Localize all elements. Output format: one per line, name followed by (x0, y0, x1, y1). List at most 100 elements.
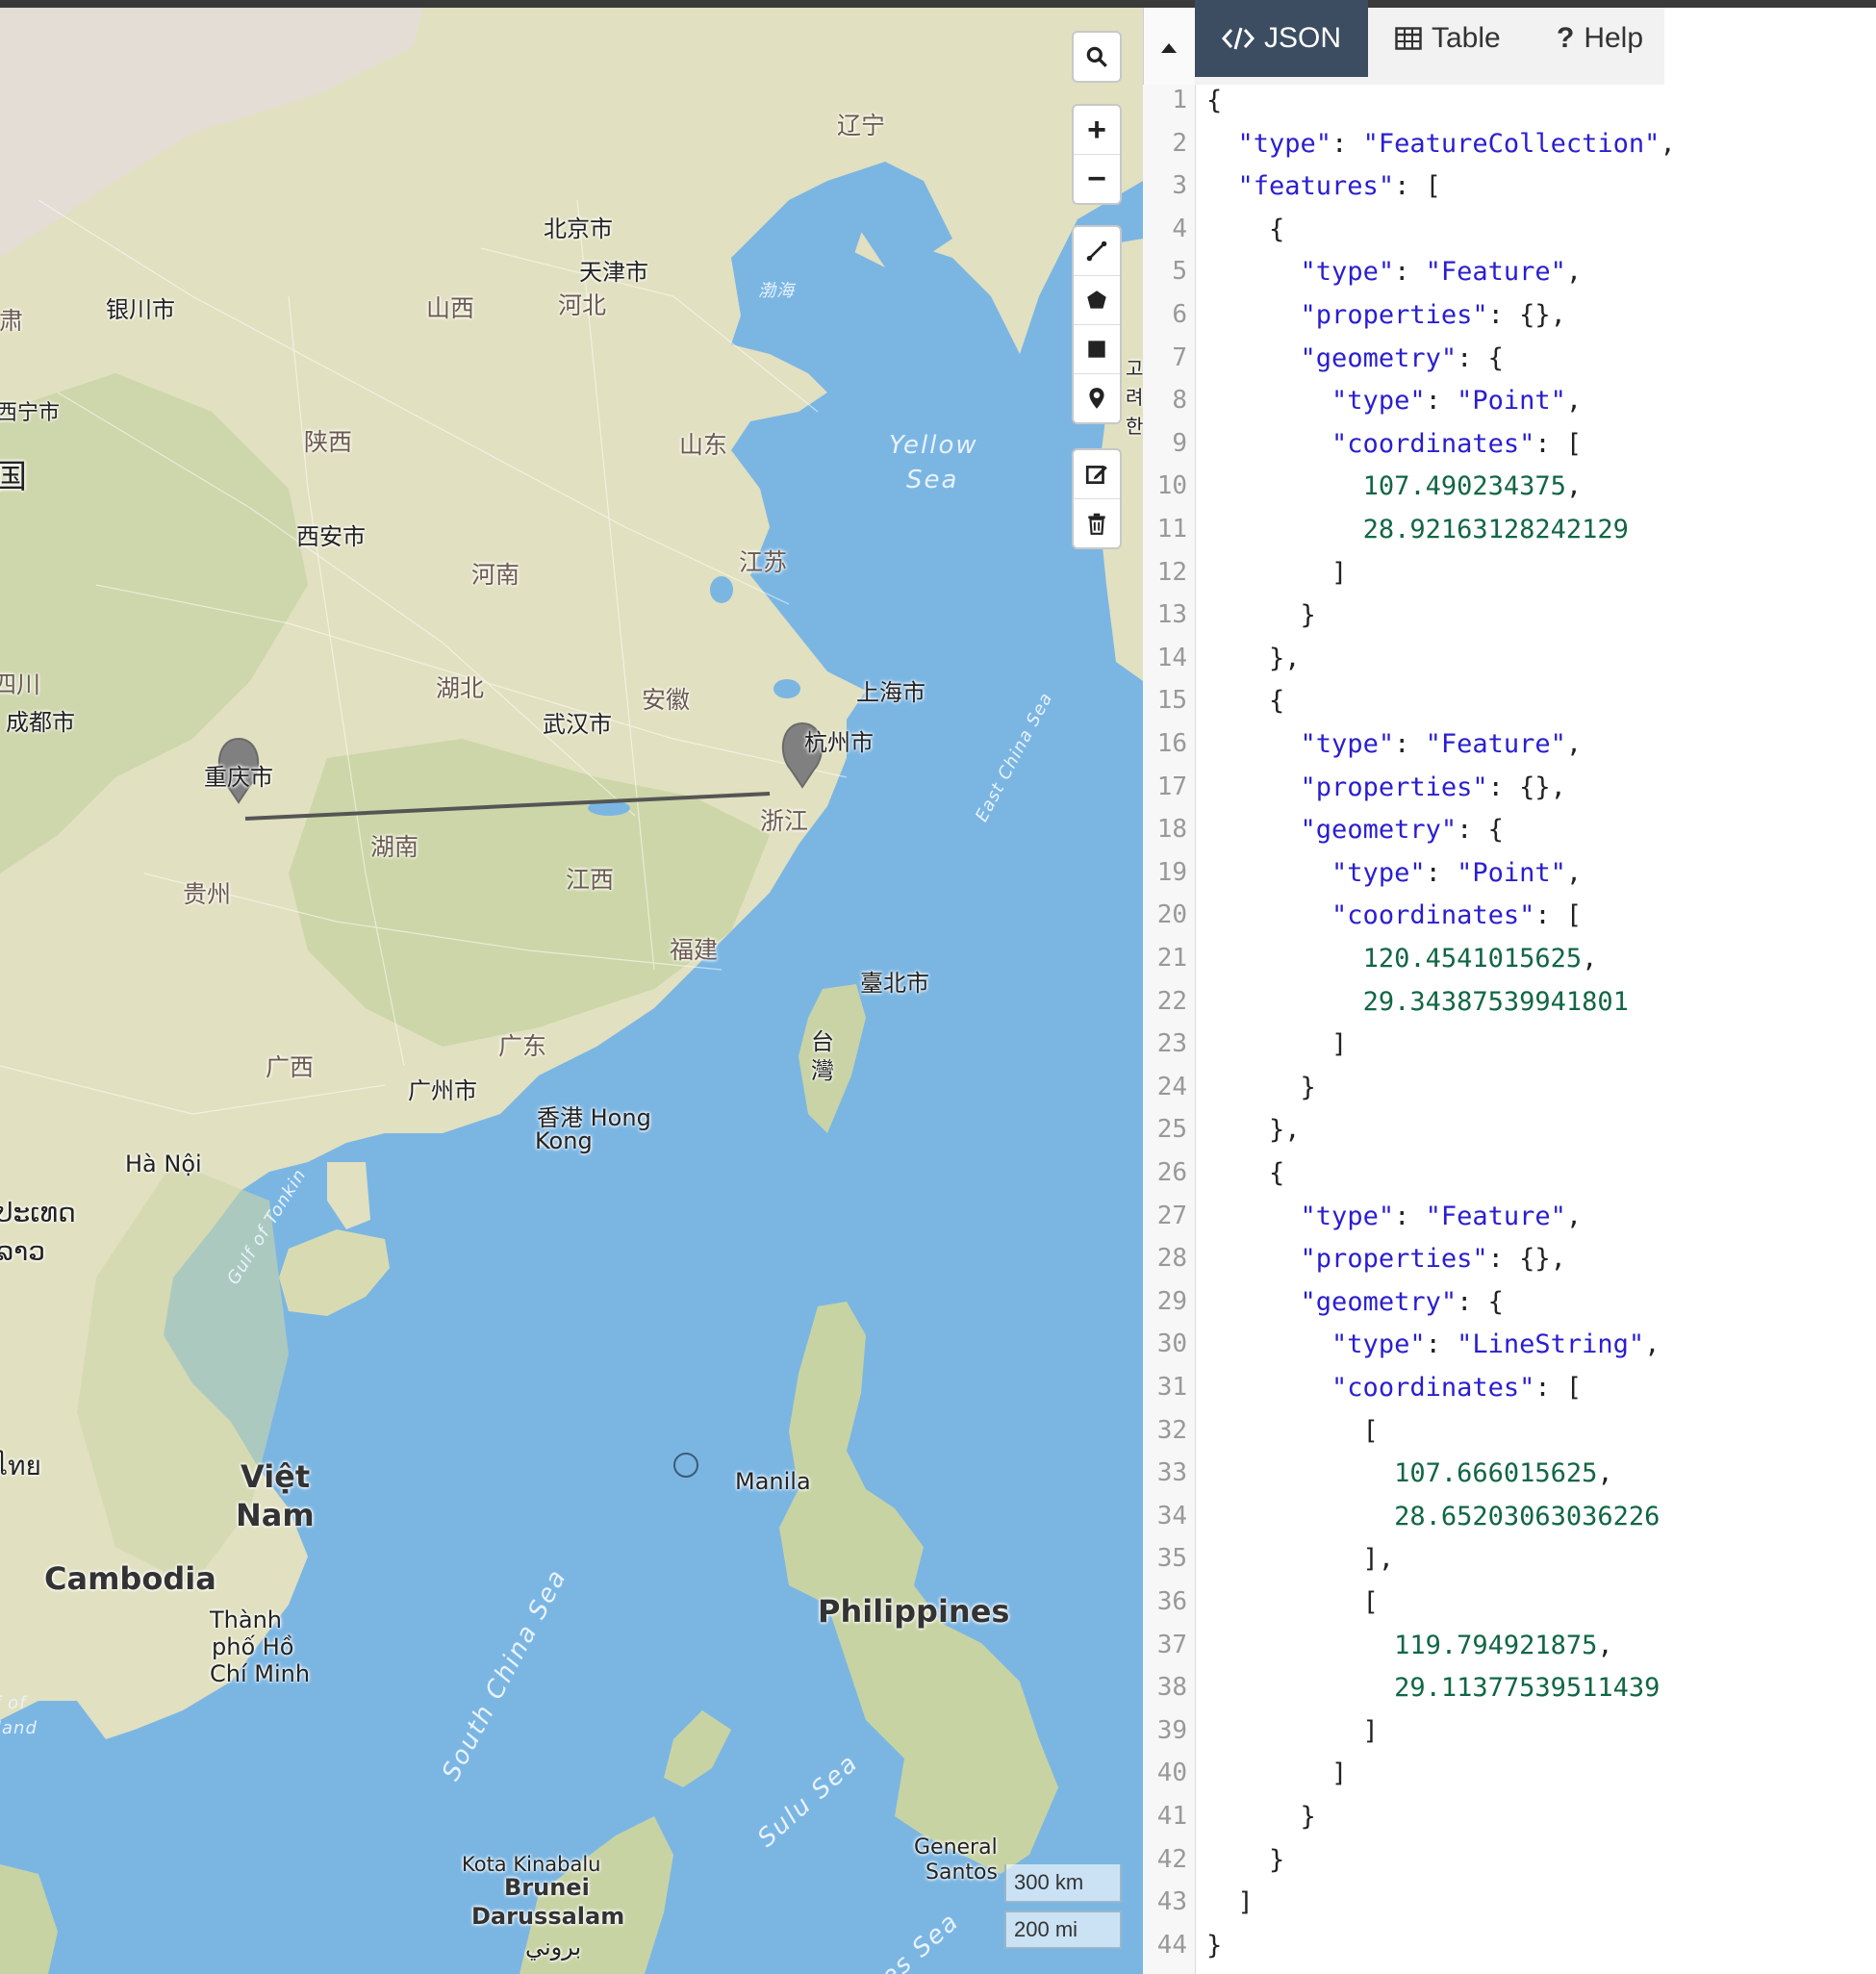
zoom-in-button[interactable]: + (1074, 106, 1120, 155)
code-line[interactable]: ] (1206, 1716, 1379, 1746)
code-line[interactable]: 28.65203063036226 (1206, 1502, 1660, 1531)
search-control[interactable] (1072, 31, 1122, 83)
map-label-wuhan: 武汉市 (543, 711, 612, 738)
code-line[interactable]: } (1206, 1802, 1316, 1832)
draw-polygon-button[interactable] (1074, 276, 1120, 325)
line-icon (1086, 240, 1107, 262)
map-view[interactable]: 辽宁 北京市 天津市 山西 河北 银川市 甘肃 西宁市 国 陕西 山东 渤海 Y… (0, 8, 1143, 1974)
code-line[interactable]: "properties": {}, (1206, 1244, 1566, 1274)
map-label-hebei: 河北 (558, 291, 607, 319)
code-line[interactable]: "type": "FeatureCollection", (1206, 129, 1676, 159)
edit-layers-button[interactable] (1074, 450, 1120, 499)
delete-layers-button[interactable] (1074, 499, 1120, 547)
line-number: 26 (1156, 1158, 1187, 1187)
code-line[interactable]: 119.794921875, (1206, 1631, 1613, 1660)
rectangle-icon (1088, 341, 1105, 358)
scale-km: 300 km (1004, 1864, 1122, 1903)
code-line[interactable]: "coordinates": [ (1206, 1373, 1582, 1403)
code-line[interactable]: "coordinates": [ (1206, 900, 1582, 930)
code-line[interactable]: "geometry": { (1206, 815, 1504, 845)
draw-rectangle-button[interactable] (1074, 325, 1120, 374)
map-label-lao-2: ລາວ (0, 1235, 45, 1267)
code-line[interactable]: "features": [ (1206, 171, 1441, 201)
line-number: 32 (1156, 1415, 1187, 1445)
code-line[interactable]: ], (1206, 1544, 1395, 1574)
code-line[interactable]: [ (1206, 1416, 1379, 1446)
tab-help[interactable]: ? Help (1530, 0, 1670, 77)
code-line[interactable]: "type": "Point", (1206, 386, 1582, 416)
collapse-panel-button[interactable] (1154, 29, 1183, 67)
line-number: 27 (1156, 1201, 1187, 1230)
code-line[interactable]: "type": "Point", (1206, 858, 1582, 888)
code-line[interactable]: ] (1206, 1029, 1347, 1059)
map-label-bohai: 渤海 (758, 281, 795, 301)
map-label-hong-kong-2: Kong (535, 1127, 593, 1154)
line-number: 1 (1172, 86, 1187, 114)
code-line[interactable]: "geometry": { (1206, 1287, 1504, 1317)
code-line[interactable]: } (1206, 600, 1316, 630)
code-line[interactable]: 29.34387539941801 (1206, 987, 1629, 1017)
code-line[interactable]: { (1206, 86, 1222, 115)
code-line[interactable]: { (1206, 215, 1284, 244)
tab-table[interactable]: Table (1368, 0, 1528, 77)
code-line[interactable]: "geometry": { (1206, 343, 1504, 373)
map-label-hubei: 湖北 (436, 674, 485, 702)
map-label-hunan: 湖南 (370, 833, 419, 861)
draw-line-button[interactable] (1074, 227, 1120, 276)
tab-json[interactable]: JSON (1195, 0, 1369, 77)
code-line[interactable]: [ (1206, 1587, 1379, 1617)
code-line[interactable]: ] (1206, 1887, 1254, 1917)
code-line[interactable]: "coordinates": [ (1206, 429, 1582, 459)
map-label-brunei-2: Darussalam (471, 1903, 625, 1930)
draw-marker-button[interactable] (1074, 374, 1120, 422)
code-line[interactable]: "type": "Feature", (1206, 257, 1583, 287)
map-label-brunei-1: Brunei (504, 1874, 590, 1901)
code-line[interactable]: "type": "LineString", (1206, 1329, 1660, 1359)
line-number: 24 (1156, 1072, 1187, 1101)
line-number: 43 (1156, 1887, 1187, 1917)
map-label-guangxi: 广西 (266, 1053, 315, 1081)
code-line[interactable]: { (1206, 1158, 1284, 1188)
map-label-vietnam-2: Nam (236, 1497, 315, 1533)
code-line[interactable]: "type": "Feature", (1206, 729, 1583, 759)
map-label-gulf-thailand-1: f of (0, 1693, 27, 1713)
zoom-in-label: + (1087, 111, 1106, 148)
line-number: 9 (1172, 428, 1187, 458)
code-line[interactable]: "properties": {}, (1206, 772, 1566, 802)
code-line[interactable]: }, (1206, 644, 1301, 673)
map-label-jiangxi: 江西 (566, 866, 615, 894)
code-line[interactable]: }, (1206, 1115, 1301, 1145)
code-line[interactable]: "type": "Feature", (1206, 1202, 1583, 1231)
line-number: 21 (1156, 944, 1187, 973)
map-label-general-santos-2: Santos (925, 1860, 998, 1885)
line-number: 34 (1156, 1501, 1187, 1531)
line-number: 2 (1172, 128, 1187, 158)
map-label-liaoning: 辽宁 (837, 112, 886, 139)
zoom-out-button[interactable]: − (1074, 155, 1120, 203)
caret-up-icon (1161, 43, 1177, 53)
code-line[interactable]: ] (1206, 558, 1347, 588)
edit-toolbar[interactable] (1072, 448, 1122, 549)
code-line[interactable]: { (1206, 686, 1284, 716)
draw-toolbar[interactable] (1072, 225, 1122, 424)
zoom-control[interactable]: + − (1072, 104, 1122, 205)
code-line[interactable]: "properties": {}, (1206, 300, 1566, 330)
code-line[interactable]: ] (1206, 1759, 1347, 1788)
edit-icon (1085, 466, 1107, 485)
map-label-vietnam-1: Việt (241, 1458, 311, 1495)
code-line[interactable]: 28.92163128242129 (1206, 515, 1629, 544)
polygon-icon (1087, 291, 1106, 309)
code-line[interactable]: 120.4541015625, (1206, 944, 1598, 974)
map-label-hangzhou: 杭州市 (804, 729, 874, 756)
code-line[interactable]: 107.666015625, (1206, 1458, 1613, 1488)
search-button[interactable] (1074, 33, 1120, 81)
code-line[interactable]: } (1206, 1073, 1316, 1102)
code-line[interactable]: 29.11377539511439 (1206, 1673, 1660, 1703)
map-label-zhejiang: 浙江 (760, 807, 809, 835)
json-editor[interactable]: 1 2 3 4 5 6 7 8 9 10 11 12 13 14 15 16 17 18 19 20 21 22 23 24 2… (1143, 85, 1876, 1974)
map-label-hcmc-3: Chí Minh (210, 1660, 311, 1687)
code-line[interactable]: 107.490234375, (1206, 471, 1583, 501)
code-line[interactable]: } (1206, 1845, 1284, 1875)
map-label-gansu: 甘肃 (0, 307, 24, 335)
code-line[interactable]: } (1206, 1931, 1222, 1961)
